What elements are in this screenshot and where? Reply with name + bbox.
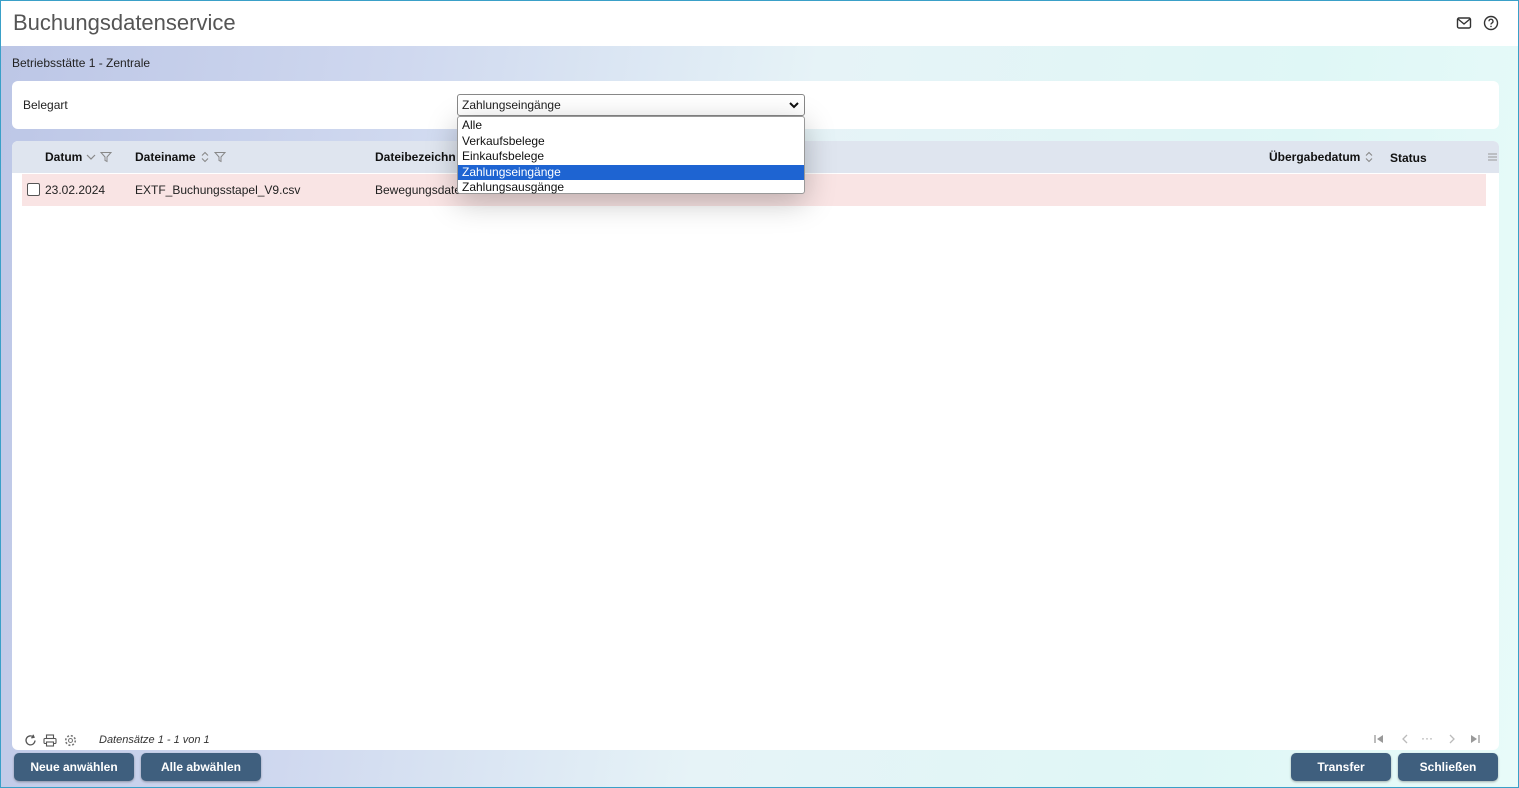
cell-dateiname: EXTF_Buchungsstapel_V9.csv	[135, 183, 301, 197]
belegart-dropdown: Alle Verkaufsbelege Einkaufsbelege Zahlu…	[457, 116, 805, 194]
column-dateiname-label: Dateiname	[135, 150, 196, 164]
grid-footer: Datensätze 1 - 1 von 1 ···	[12, 731, 1499, 750]
data-grid: Datum Dateiname Dateibezeichn Übergabeda…	[12, 141, 1499, 750]
breadcrumb: Betriebsstätte 1 - Zentrale	[12, 56, 151, 70]
records-count: Datensätze 1 - 1 von 1	[99, 734, 210, 746]
alle-abwaehlen-button[interactable]: Alle abwählen	[141, 753, 261, 781]
belegart-selected-value: Zahlungseingänge	[462, 98, 561, 112]
column-status-label: Status	[1390, 151, 1427, 165]
option-verkaufsbelege[interactable]: Verkaufsbelege	[458, 134, 804, 150]
title-bar: Buchungsdatenservice	[1, 1, 1518, 46]
column-datum[interactable]: Datum	[45, 150, 113, 164]
pager-ellipsis: ···	[1421, 731, 1433, 745]
neue-anwaehlen-button[interactable]: Neue anwählen	[14, 753, 134, 781]
option-zahlungsausgaenge[interactable]: Zahlungsausgänge	[458, 180, 804, 196]
next-page-icon[interactable]	[1446, 733, 1458, 748]
filter-icon[interactable]	[213, 151, 226, 163]
column-dateibezeichnung[interactable]: Dateibezeichn	[375, 150, 456, 164]
belegart-label: Belegart	[23, 98, 68, 112]
prev-page-icon[interactable]	[1399, 733, 1411, 748]
app-window: Buchungsdatenservice Betriebsstätte 1 - …	[0, 0, 1519, 788]
menu-icon[interactable]	[1487, 152, 1498, 162]
last-page-icon[interactable]	[1469, 733, 1481, 748]
column-uebergabedatum-label: Übergabedatum	[1269, 150, 1361, 164]
option-einkaufsbelege[interactable]: Einkaufsbelege	[458, 149, 804, 165]
page-title: Buchungsdatenservice	[13, 10, 236, 35]
column-datum-label: Datum	[45, 150, 83, 164]
mail-icon[interactable]	[1455, 14, 1473, 32]
transfer-button[interactable]: Transfer	[1291, 753, 1391, 781]
help-icon[interactable]	[1482, 14, 1500, 32]
column-status[interactable]: Status	[1390, 151, 1427, 165]
chevron-down-icon	[788, 99, 800, 114]
column-uebergabedatum[interactable]: Übergabedatum	[1269, 150, 1374, 164]
option-alle[interactable]: Alle	[458, 118, 804, 134]
print-icon[interactable]	[43, 733, 57, 747]
settings-icon[interactable]	[63, 733, 77, 747]
sort-desc-icon[interactable]	[86, 153, 96, 161]
column-dateibezeichnung-label: Dateibezeichn	[375, 150, 456, 164]
cell-datum: 23.02.2024	[45, 183, 106, 197]
row-checkbox[interactable]	[27, 183, 40, 196]
column-dateiname[interactable]: Dateiname	[135, 150, 226, 164]
cell-dateibezeichnung: Bewegungsdate	[375, 183, 462, 197]
sort-icon[interactable]	[1364, 151, 1374, 163]
option-zahlungseingaenge[interactable]: Zahlungseingänge	[458, 164, 804, 180]
refresh-icon[interactable]	[23, 733, 37, 747]
belegart-select[interactable]: Zahlungseingänge	[457, 94, 805, 116]
first-page-icon[interactable]	[1373, 733, 1385, 748]
sort-icon[interactable]	[200, 151, 210, 163]
schliessen-button[interactable]: Schließen	[1398, 753, 1498, 781]
filter-icon[interactable]	[100, 151, 113, 163]
